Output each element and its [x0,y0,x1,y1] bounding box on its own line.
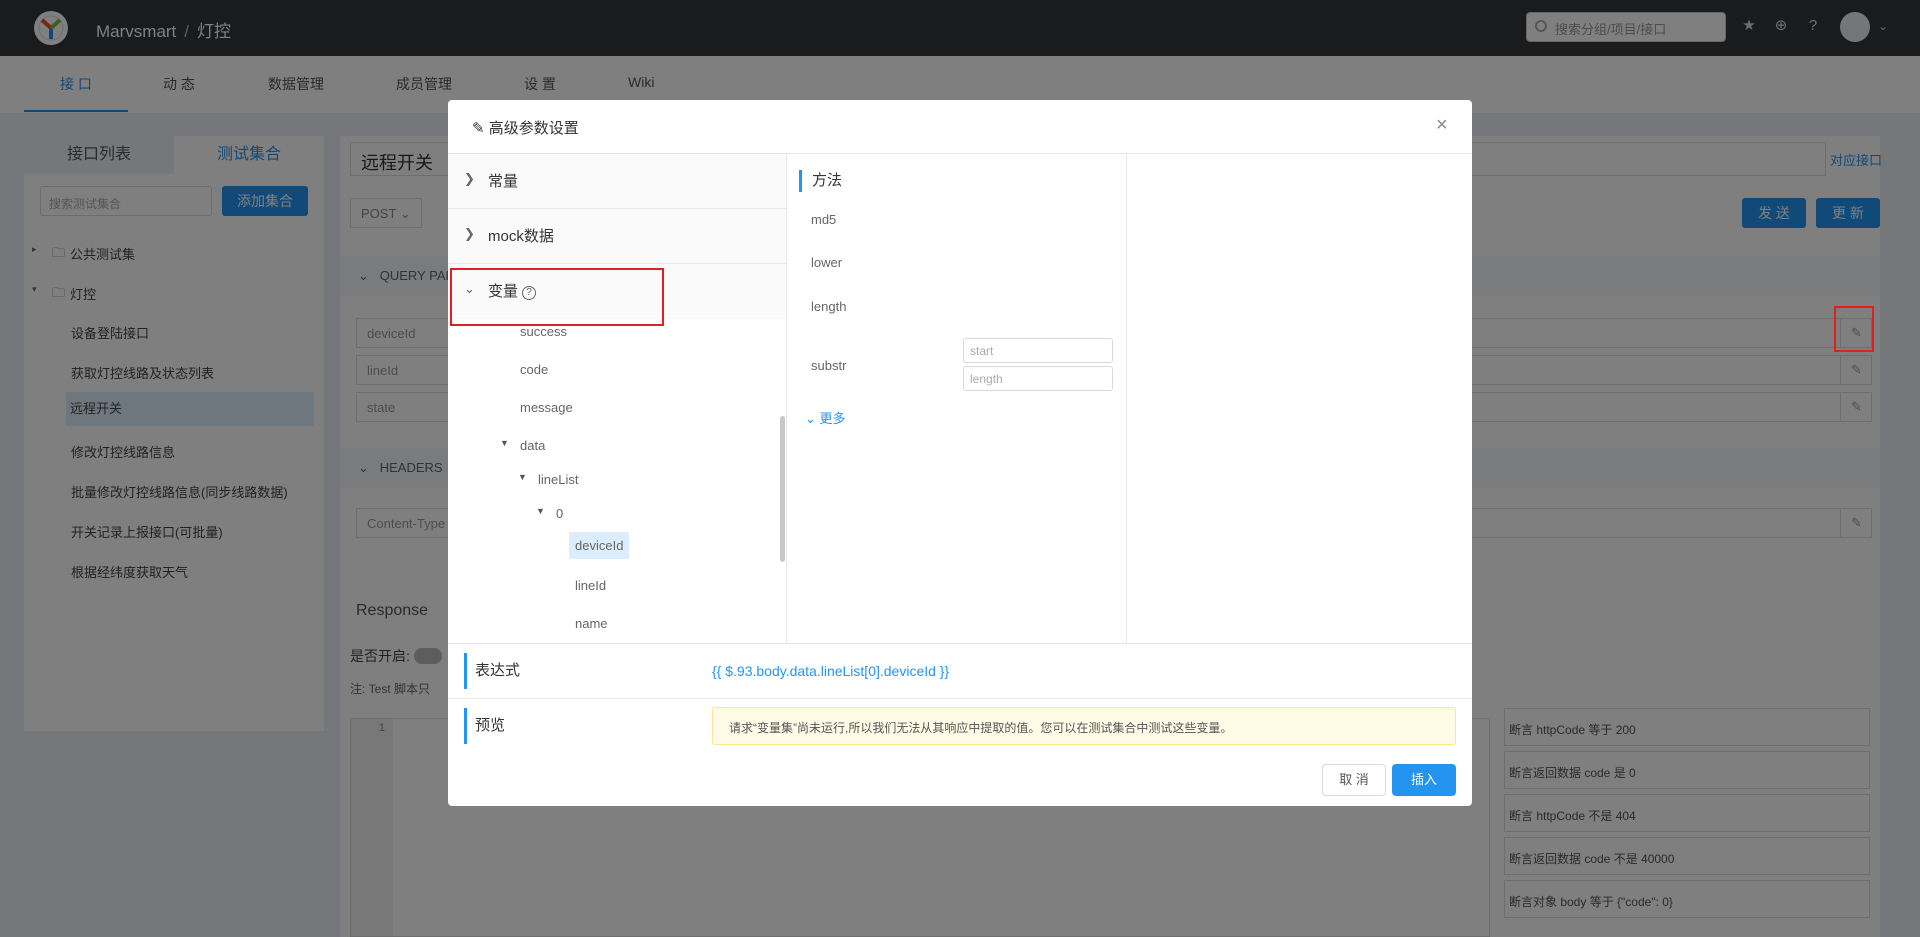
caret-down-icon[interactable]: ▼ [500,438,509,448]
expression-label: 表达式 [464,653,520,689]
tree-node-code[interactable]: code [520,362,548,377]
modal-header: ✎ 高级参数设置 × [448,100,1472,154]
method-lower[interactable]: lower [811,255,842,270]
tree-node-deviceId[interactable]: deviceId [569,532,630,559]
chevron-down-icon: ⌄ [805,411,816,426]
edit-icon: ✎ [472,120,485,137]
variable-source-column: ❯ 常量 ❯ mock数据 ⌄ 变量? success code message ▼ … [448,154,787,643]
highlight-box [450,268,664,326]
method-length[interactable]: length [811,299,846,314]
method-args-column [1127,154,1472,643]
preview-row: 预览 请求“变量集”尚未运行,所以我们无法从其响应中提取的值。您可以在测试集合中… [448,698,1472,753]
panel-constants[interactable]: ❯ 常量 [448,154,786,209]
insert-button[interactable]: 插入 [1392,764,1456,796]
tree-node-lineList[interactable]: lineList [538,472,578,487]
tree-scrollbar[interactable] [780,416,785,562]
tree-node-success[interactable]: success [520,324,567,339]
modal-title: ✎ 高级参数设置 [472,117,579,138]
modal-title-text: 高级参数设置 [488,120,579,137]
chevron-right-icon: ❯ [464,171,475,186]
tree-node-index-0[interactable]: 0 [556,506,563,521]
cancel-button[interactable]: 取 消 [1322,764,1386,796]
methods-title: 方法 [799,170,842,192]
method-md5[interactable]: md5 [811,212,836,227]
panel-title: 常量 [488,173,519,190]
methods-column: 方法 md5 lower length substr start length … [787,154,1127,643]
tree-node-name[interactable]: name [575,616,608,631]
chevron-right-icon: ❯ [464,226,475,241]
highlight-box [1834,306,1874,352]
substr-length-input[interactable]: length [963,366,1113,391]
caret-down-icon[interactable]: ▼ [518,472,527,482]
tree-node-data[interactable]: data [520,438,545,453]
advanced-params-modal: ✎ 高级参数设置 × ❯ 常量 ❯ mock数据 ⌄ 变量? success code… [448,100,1472,806]
expression-row: 表达式 {{ $.93.body.data.lineList[0].device… [448,643,1472,698]
tree-node-lineId[interactable]: lineId [575,578,606,593]
more-label: 更多 [819,411,846,426]
method-substr[interactable]: substr [811,358,846,373]
close-icon[interactable]: × [1436,114,1448,137]
preview-label: 预览 [464,708,505,744]
tree-node-message[interactable]: message [520,400,573,415]
substr-start-input[interactable]: start [963,338,1113,363]
panel-mock[interactable]: ❯ mock数据 [448,209,786,264]
more-methods-link[interactable]: ⌄ 更多 [805,408,846,427]
expression-value[interactable]: {{ $.93.body.data.lineList[0].deviceId }… [712,663,949,679]
caret-down-icon[interactable]: ▼ [536,506,545,516]
panel-title: mock数据 [488,228,554,245]
preview-alert: 请求“变量集”尚未运行,所以我们无法从其响应中提取的值。您可以在测试集合中测试这… [712,707,1456,745]
